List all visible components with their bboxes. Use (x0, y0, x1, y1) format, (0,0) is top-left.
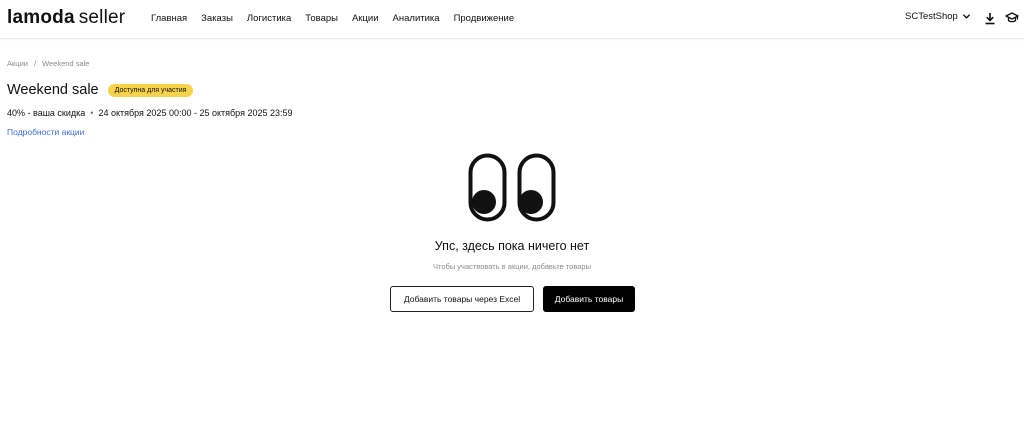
main-nav: Главная Заказы Логистика Товары Акции Ан… (151, 12, 528, 25)
nav-item-advertising[interactable]: Продвижение (454, 12, 515, 25)
promo-discount: 40% - ваша скидка (7, 108, 86, 118)
promo-details-link[interactable]: Подробности акции (7, 127, 84, 137)
nav-item-orders[interactable]: Заказы (201, 12, 233, 25)
shop-selector[interactable]: SCTestShop (905, 11, 971, 22)
logo-suffix: seller (78, 7, 126, 28)
page-title: Weekend sale (7, 82, 99, 98)
promo-meta: 40% - ваша скидка • 24 октября 2025 00:00 … (7, 108, 293, 118)
breadcrumb-item-current: Weekend sale (42, 59, 90, 68)
shop-name: SCTestShop (905, 11, 958, 22)
promo-dates: 24 октября 2025 00:00 - 25 октября 2025 … (98, 108, 293, 118)
eyes-icon (468, 153, 556, 222)
breadcrumb-separator: / (33, 59, 37, 68)
chevron-down-icon (962, 14, 970, 19)
graduation-cap-icon[interactable] (1005, 11, 1019, 25)
breadcrumb-item-promotions[interactable]: Акции (7, 59, 28, 68)
nav-item-products[interactable]: Товары (305, 12, 338, 25)
lamoda-seller-logo[interactable]: lamoda seller (7, 8, 125, 28)
logo-brand: lamoda (7, 7, 75, 28)
download-icon[interactable] (983, 11, 997, 25)
promo-title-row: Weekend sale Доступна для участия (7, 82, 194, 98)
nav-item-home[interactable]: Главная (151, 12, 187, 25)
add-products-button[interactable]: Добавить товары (543, 286, 635, 312)
top-navigation-bar: lamoda seller Главная Заказы Логистика То… (0, 0, 1024, 39)
empty-state-subtitle: Чтобы участвовать в акции, добавьте това… (433, 262, 591, 271)
add-products-excel-button[interactable]: Добавить товары через Excel (390, 286, 534, 312)
nav-item-analytics[interactable]: Аналитика (393, 12, 440, 25)
nav-item-logistics[interactable]: Логистика (247, 12, 291, 25)
empty-state-title: Упс, здесь пока ничего нет (434, 239, 590, 253)
meta-separator-dot: • (90, 108, 94, 118)
breadcrumb: Акции / Weekend sale (7, 59, 89, 68)
nav-item-promotions[interactable]: Акции (352, 12, 379, 25)
status-badge: Доступна для участия (107, 83, 194, 97)
